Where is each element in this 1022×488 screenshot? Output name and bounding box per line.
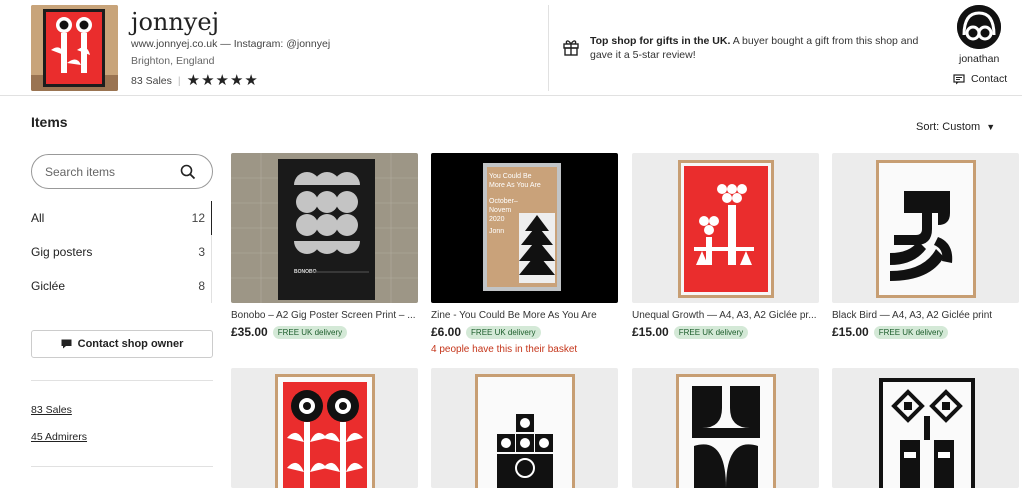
category-giclee[interactable]: Giclée 8 [31,269,213,303]
sales-link[interactable]: 83 Sales [31,404,72,416]
listing-price-row: £35.00 FREE UK delivery [231,325,418,339]
search-box [31,154,213,189]
listing-card[interactable] [632,368,819,488]
category-gig-posters[interactable]: Gig posters 3 [31,235,213,269]
contact-shop-owner-label: Contact shop owner [77,338,184,350]
star-icon: ★ [244,72,258,89]
listing-title[interactable]: Black Bird — A4, A3, A2 Giclée print [832,310,1019,321]
category-all[interactable]: All 12 [31,201,213,235]
star-icon: ★ [215,72,229,89]
owner-name[interactable]: jonathan [959,53,999,65]
listing-image[interactable] [431,368,618,488]
listing-card[interactable]: Black Bird — A4, A3, A2 Giclée print £15… [832,153,1019,339]
contact-label: Contact [971,73,1008,85]
shop-sales-rating: 83 Sales | ★ ★ ★ ★ ★ [131,73,258,88]
contact-shop-owner-button[interactable]: Contact shop owner [31,330,213,358]
zine-text-4: Novem [489,207,511,214]
top-shop-banner: Top shop for gifts in the UK. A buyer bo… [590,34,930,62]
listing-image[interactable]: BONOBO [231,153,418,303]
zine-text-5: 2020 [489,216,505,223]
listing-title[interactable]: Zine - You Could Be More As You Are [431,310,618,321]
gift-icon [563,40,579,56]
listing-title[interactable]: Bonobo – A2 Gig Poster Screen Print – ..… [231,310,418,321]
listing-card[interactable] [832,368,1019,488]
sidebar-divider [31,466,213,467]
category-list: All 12 Gig posters 3 Giclée 8 [31,201,213,303]
listing-image[interactable] [832,153,1019,303]
category-count: 12 [191,211,205,225]
listing-price-row: £15.00 FREE UK delivery [832,325,1019,339]
top-shop-title: Top shop for gifts in the UK. [590,35,731,47]
listing-title[interactable]: Unequal Growth — A4, A3, A2 Giclée pr... [632,310,819,321]
category-count: 8 [198,279,205,293]
message-icon [953,73,965,84]
listing-image[interactable] [832,368,1019,488]
shop-header: jonnyej www.jonnyej.co.uk — Instagram: @… [0,0,1022,96]
caret-down-icon: ▼ [986,122,996,132]
rating-stars[interactable]: ★ ★ ★ ★ ★ [187,73,258,88]
free-delivery-badge: FREE UK delivery [673,325,749,339]
listing-image[interactable]: You Could Be More As You Are October– No… [431,153,618,303]
listing-image[interactable] [632,368,819,488]
listing-card[interactable]: Unequal Growth — A4, A3, A2 Giclée pr...… [632,153,819,339]
shop-name: jonnyej [131,8,220,36]
shop-location: Brighton, England [131,55,215,67]
listing-price: £6.00 [431,325,462,339]
basket-notice: 4 people have this in their basket [431,344,578,355]
star-icon: ★ [186,72,201,89]
listing-price-row: £6.00 FREE UK delivery [431,325,618,339]
search-icon[interactable] [180,164,196,180]
star-icon: ★ [229,72,244,89]
free-delivery-badge: FREE UK delivery [272,325,348,339]
listing-price: £35.00 [231,325,268,339]
message-icon [61,339,72,349]
items-heading: Items [31,114,68,130]
star-icon: ★ [201,72,215,89]
sidebar-divider [31,380,213,381]
listing-image[interactable] [632,153,819,303]
zine-text-2: More As You Are [489,182,541,189]
zine-text-6: Jonn [489,228,504,235]
zine-text-3: October– [489,198,518,205]
free-delivery-badge: FREE UK delivery [873,325,949,339]
free-delivery-badge: FREE UK delivery [466,325,541,339]
shop-icon-image[interactable] [31,5,118,91]
listing-card[interactable] [431,368,618,488]
listing-card[interactable]: BONOBO Bonobo – A2 Gig Poster Screen Pri… [231,153,418,339]
sort-dropdown[interactable]: Sort: Custom ▼ [916,121,995,133]
zine-text-1: You Could Be [489,173,532,180]
category-count: 3 [198,245,205,259]
sort-label: Sort: Custom [916,121,981,133]
shop-sales-count: 83 Sales [131,74,172,87]
category-label: Giclée [31,279,66,293]
listing-price: £15.00 [632,325,669,339]
listing-image[interactable] [231,368,418,488]
listing-price-row: £15.00 FREE UK delivery [632,325,819,339]
admirers-link[interactable]: 45 Admirers [31,431,87,443]
listing-price: £15.00 [832,325,869,339]
category-label: All [31,211,45,225]
contact-owner-link[interactable]: Contact [953,73,1007,85]
listing-card[interactable]: You Could Be More As You Are October– No… [431,153,618,355]
header-divider [548,5,549,91]
search-input[interactable] [45,164,175,179]
owner-avatar[interactable] [957,5,1001,49]
shop-links[interactable]: www.jonnyej.co.uk — Instagram: @jonnyej [131,38,330,50]
listing-card[interactable] [231,368,418,488]
divider: | [177,74,181,87]
category-label: Gig posters [31,245,93,259]
